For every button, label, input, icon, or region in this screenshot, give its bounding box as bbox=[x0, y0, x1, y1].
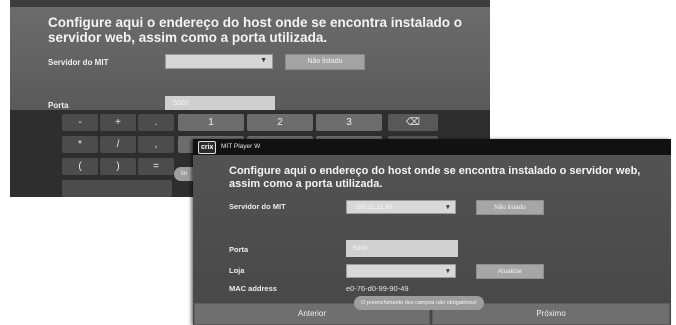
backspace-icon: ⌫ bbox=[405, 117, 421, 128]
key-dot[interactable]: . bbox=[138, 114, 174, 131]
page-heading: Configure aqui o endereço do host onde s… bbox=[229, 165, 641, 190]
backspace-key[interactable]: ⌫ bbox=[388, 114, 438, 131]
chevron-down-icon: ▼ bbox=[260, 57, 267, 64]
key-1[interactable]: 1 bbox=[178, 114, 244, 131]
key-divide[interactable]: / bbox=[100, 136, 136, 153]
app-logo: crix bbox=[198, 141, 217, 154]
port-input[interactable]: 5000 bbox=[346, 240, 458, 257]
background-server-label: Servidor do MIT bbox=[48, 58, 109, 67]
background-not-listed-button[interactable]: Não listado bbox=[285, 54, 365, 70]
required-fields-toast: O preenchimento dos campos não obrigatór… bbox=[354, 296, 484, 310]
window-titlebar: crix MIT Player W bbox=[193, 139, 671, 155]
store-select[interactable]: ▼ bbox=[346, 264, 456, 278]
chevron-down-icon: ▼ bbox=[444, 268, 451, 275]
key-2[interactable]: 2 bbox=[247, 114, 313, 131]
key-open-paren[interactable]: ( bbox=[62, 158, 98, 175]
key-comma[interactable]: , bbox=[138, 136, 174, 153]
mac-label: MAC address bbox=[229, 284, 277, 293]
key-multiply[interactable]: * bbox=[62, 136, 98, 153]
key-equals[interactable]: = bbox=[138, 158, 174, 175]
chevron-down-icon: ▼ bbox=[444, 204, 451, 211]
mac-value: e0-76-d0-99-90-49 bbox=[346, 284, 409, 293]
background-port-label: Porta bbox=[48, 101, 69, 110]
key-space[interactable] bbox=[62, 180, 172, 197]
settings-window: crix MIT Player W Configure aqui o ender… bbox=[193, 139, 671, 325]
not-listed-button[interactable]: Não listado bbox=[476, 200, 544, 215]
server-select-value: 192.11.11.30 bbox=[355, 204, 392, 211]
window-title: MIT Player W bbox=[221, 143, 261, 150]
key-close-paren[interactable]: ) bbox=[100, 158, 136, 175]
port-label: Porta bbox=[229, 245, 249, 254]
server-select[interactable]: 192.11.11.30 ▼ bbox=[346, 200, 456, 214]
key-plus[interactable]: + bbox=[100, 114, 136, 131]
key-3[interactable]: 3 bbox=[316, 114, 382, 131]
background-heading: Configure aqui o endereço do host onde s… bbox=[48, 15, 463, 45]
background-window-topbar bbox=[10, 0, 490, 7]
background-server-select[interactable]: ▼ bbox=[165, 54, 273, 69]
update-button[interactable]: Atualizar bbox=[476, 264, 544, 279]
store-label: Loja bbox=[229, 266, 245, 275]
key-minus[interactable]: - bbox=[62, 114, 98, 131]
server-label: Servidor do MIT bbox=[229, 202, 286, 211]
